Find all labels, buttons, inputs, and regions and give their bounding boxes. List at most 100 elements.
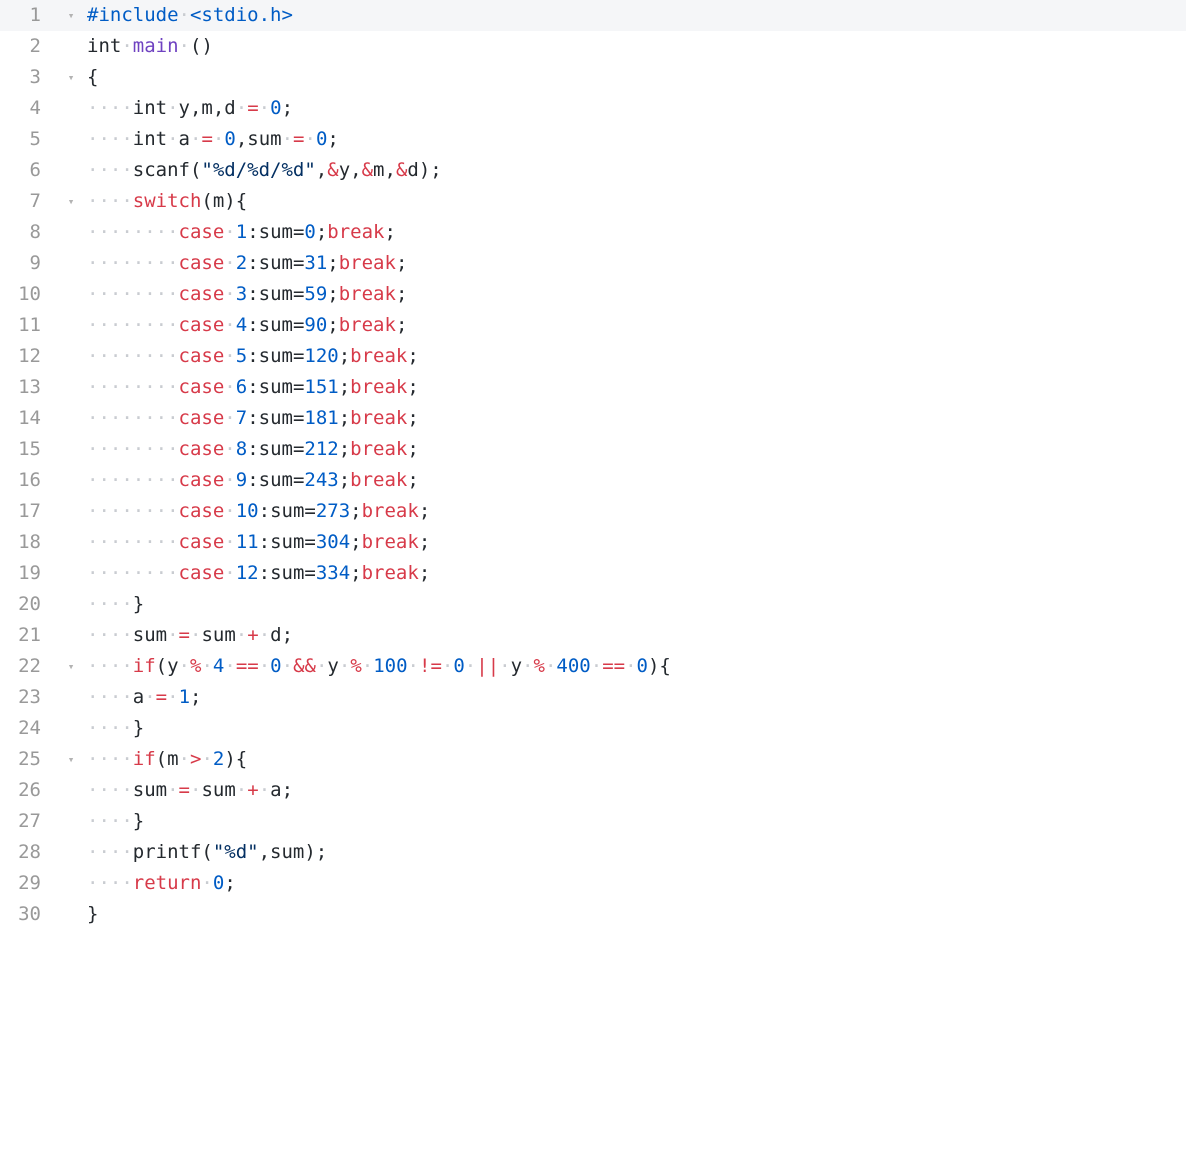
- code-line[interactable]: 3 ▾ {: [0, 62, 1186, 93]
- code-token: ;: [350, 500, 362, 522]
- code-token: y: [327, 655, 339, 677]
- code-token: =: [247, 97, 259, 119]
- whitespace-marker: ····: [87, 159, 133, 181]
- code-line[interactable]: 19 ········case·12:sum=334;break;: [0, 558, 1186, 589]
- code-token: y: [510, 655, 523, 677]
- code-line[interactable]: 15 ········case·8:sum=212;break;: [0, 434, 1186, 465]
- code-line[interactable]: 21 ····sum·=·sum·+·d;: [0, 620, 1186, 651]
- code-token: 12: [235, 562, 259, 584]
- chevron-down-icon[interactable]: ▾: [66, 62, 76, 93]
- code-line[interactable]: 2 int·main·(): [0, 31, 1186, 62]
- line-code: ····}: [87, 806, 144, 837]
- whitespace-marker: ·: [167, 128, 179, 150]
- code-line[interactable]: 4 ····int·y,m,d·=·0;: [0, 93, 1186, 124]
- code-token: 0: [270, 655, 282, 677]
- code-line[interactable]: 25 ▾ ····if(m·>·2){: [0, 744, 1186, 775]
- chevron-down-icon[interactable]: ▾: [66, 186, 76, 217]
- code-line[interactable]: 20 ····}: [0, 589, 1186, 620]
- whitespace-marker: ·: [201, 748, 213, 770]
- code-line[interactable]: 22 ▾ ····if(y·%·4·==·0·&&·y·%·100·!=·0·||·…: [0, 651, 1186, 682]
- code-token: }: [132, 593, 145, 615]
- code-line[interactable]: 29 ····return·0;: [0, 868, 1186, 899]
- whitespace-marker: ·: [235, 624, 248, 646]
- chevron-down-icon[interactable]: ▾: [66, 0, 76, 31]
- code-token: case: [178, 252, 225, 274]
- code-token: case: [178, 469, 225, 491]
- code-token: +: [247, 779, 259, 801]
- code-token: ;: [327, 128, 339, 150]
- code-line[interactable]: 27 ····}: [0, 806, 1186, 837]
- code-line[interactable]: 30}: [0, 899, 1186, 930]
- code-line[interactable]: 17 ········case·10:sum=273;break;: [0, 496, 1186, 527]
- line-number: 30: [18, 903, 41, 925]
- whitespace-marker: ·: [625, 655, 637, 677]
- code-line[interactable]: 5 ····int·a·=·0,sum·=·0;: [0, 124, 1186, 155]
- code-token: 2: [212, 748, 225, 770]
- whitespace-marker: ·: [224, 655, 236, 677]
- code-line[interactable]: 10 ········case·3:sum=59;break;: [0, 279, 1186, 310]
- code-line[interactable]: 9 ········case·2:sum=31;break;: [0, 248, 1186, 279]
- code-token: case: [178, 376, 225, 398]
- line-number: 28: [18, 841, 41, 863]
- code-token: ;: [338, 469, 351, 491]
- code-token: break: [338, 252, 396, 274]
- code-line[interactable]: 16 ········case·9:sum=243;break;: [0, 465, 1186, 496]
- whitespace-marker: ·: [281, 655, 294, 677]
- code-token: case: [178, 283, 225, 305]
- code-token: ;: [338, 345, 351, 367]
- code-token: ){: [647, 655, 671, 677]
- chevron-down-icon[interactable]: ▾: [66, 744, 76, 775]
- code-line[interactable]: 26 ····sum·=·sum·+·a;: [0, 775, 1186, 806]
- code-token: a;: [270, 779, 294, 801]
- line-code: }: [87, 899, 98, 930]
- code-line[interactable]: 18 ········case·11:sum=304;break;: [0, 527, 1186, 558]
- code-token: ;: [407, 438, 419, 460]
- whitespace-marker: ·: [178, 35, 190, 57]
- line-number: 3: [29, 66, 41, 88]
- code-token: 6: [235, 376, 248, 398]
- whitespace-marker: ····: [87, 190, 133, 212]
- code-line[interactable]: 1 ▾ #include·<stdio.h>: [0, 0, 1186, 31]
- code-token: ;: [418, 562, 431, 584]
- whitespace-marker: ····: [87, 655, 133, 677]
- line-code: ····sum·=·sum·+·a;: [87, 775, 293, 806]
- code-token: :sum=: [247, 438, 305, 460]
- code-line[interactable]: 8 ········case·1:sum=0;break;: [0, 217, 1186, 248]
- code-line[interactable]: 11 ········case·4:sum=90;break;: [0, 310, 1186, 341]
- whitespace-marker: ········: [87, 283, 179, 305]
- code-token: &&: [293, 655, 316, 677]
- code-line[interactable]: 23 ····a·=·1;: [0, 682, 1186, 713]
- whitespace-marker: ·: [235, 779, 248, 801]
- line-code: ····return·0;: [87, 868, 236, 899]
- code-token: 4: [212, 655, 225, 677]
- code-line[interactable]: 14 ········case·7:sum=181;break;: [0, 403, 1186, 434]
- line-number: 4: [29, 97, 41, 119]
- code-line[interactable]: 24 ····}: [0, 713, 1186, 744]
- code-token: printf(: [132, 841, 213, 863]
- code-line[interactable]: 12 ········case·5:sum=120;break;: [0, 341, 1186, 372]
- code-token: :sum=: [247, 283, 305, 305]
- line-number: 17: [18, 500, 41, 522]
- code-token: 334: [315, 562, 351, 584]
- line-number: 7: [29, 190, 41, 212]
- code-line[interactable]: 7 ▾ ····switch(m){: [0, 186, 1186, 217]
- whitespace-marker: ········: [87, 314, 179, 336]
- code-token: &: [327, 159, 339, 181]
- code-token: ;: [395, 252, 408, 274]
- code-editor[interactable]: 1 ▾ #include·<stdio.h> 2 int·main·() 3 ▾{4 ····…: [0, 0, 1186, 1169]
- code-line[interactable]: 13 ········case·6:sum=151;break;: [0, 372, 1186, 403]
- line-number: 15: [18, 438, 41, 460]
- line-number: 18: [18, 531, 41, 553]
- whitespace-marker: ·: [258, 779, 271, 801]
- code-token: ||: [476, 655, 500, 677]
- chevron-down-icon[interactable]: ▾: [66, 651, 76, 682]
- code-line[interactable]: 6 ····scanf("%d/%d/%d",&y,&m,&d);: [0, 155, 1186, 186]
- whitespace-marker: ·: [315, 655, 328, 677]
- line-code: ····if(m·>·2){: [87, 744, 247, 775]
- line-code: ········case·9:sum=243;break;: [87, 465, 419, 496]
- code-token: ;: [338, 438, 351, 460]
- code-token: 10: [235, 500, 259, 522]
- code-line[interactable]: 28 ····printf("%d",sum);: [0, 837, 1186, 868]
- code-token: (y: [155, 655, 179, 677]
- code-token: 59: [304, 283, 328, 305]
